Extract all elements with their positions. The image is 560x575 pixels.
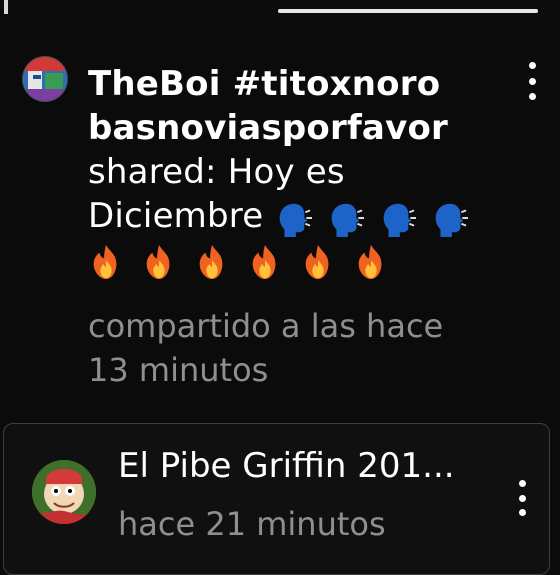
more-dot — [528, 62, 536, 69]
fire-icon — [252, 244, 276, 279]
fire-icon — [146, 244, 170, 279]
post-username-cont[interactable]: basnoviasporfavor — [88, 108, 448, 148]
speaking-head-row — [274, 199, 472, 237]
fire-icon — [93, 244, 117, 279]
quoted-more-options-button[interactable] — [510, 480, 534, 516]
post-timestamp-line-1: compartido a las hace — [88, 307, 444, 345]
user-avatar[interactable] — [22, 56, 68, 102]
post-line-4: Diciembre — [88, 194, 498, 238]
more-dot — [518, 480, 526, 487]
speaking-head-icon — [384, 203, 417, 237]
speaking-head-icon — [332, 203, 365, 237]
fire-row — [88, 243, 396, 281]
post-timestamp: compartido a las hace 13 minutos — [88, 304, 508, 392]
quoted-user-name[interactable]: El Pibe Griffin 201... — [118, 444, 478, 488]
post-text: TheBoi #titoxnoro basnoviasporfavor shar… — [88, 62, 498, 282]
avatar-image — [32, 460, 96, 524]
post-line4-text: Diciembre — [88, 196, 264, 236]
post-line-3: shared: Hoy es — [88, 150, 498, 194]
quoted-post-timestamp: hace 21 minutos — [118, 505, 386, 543]
fire-icon — [358, 244, 382, 279]
fire-icon — [199, 244, 223, 279]
post-shared-prefix: shared: Hoy es — [88, 152, 345, 192]
more-options-button[interactable] — [520, 62, 544, 100]
avatar-image — [23, 57, 67, 101]
post-line-2: basnoviasporfavor — [88, 106, 498, 150]
fire-icon — [305, 244, 329, 279]
speaking-head-icon — [280, 203, 313, 237]
post-timestamp-line-2: 13 minutos — [88, 351, 269, 389]
more-dot — [528, 77, 536, 85]
more-dot — [518, 509, 526, 516]
post-line-1: TheBoi #titoxnoro — [88, 62, 498, 106]
post-username[interactable]: TheBoi #titoxnoro — [88, 64, 440, 104]
quoted-user-avatar[interactable] — [32, 460, 96, 524]
post-line-5 — [88, 238, 498, 282]
shared-post: TheBoi #titoxnoro basnoviasporfavor shar… — [0, 0, 560, 420]
more-dot — [528, 93, 536, 100]
more-dot — [518, 494, 526, 502]
speaking-head-icon — [436, 203, 469, 237]
